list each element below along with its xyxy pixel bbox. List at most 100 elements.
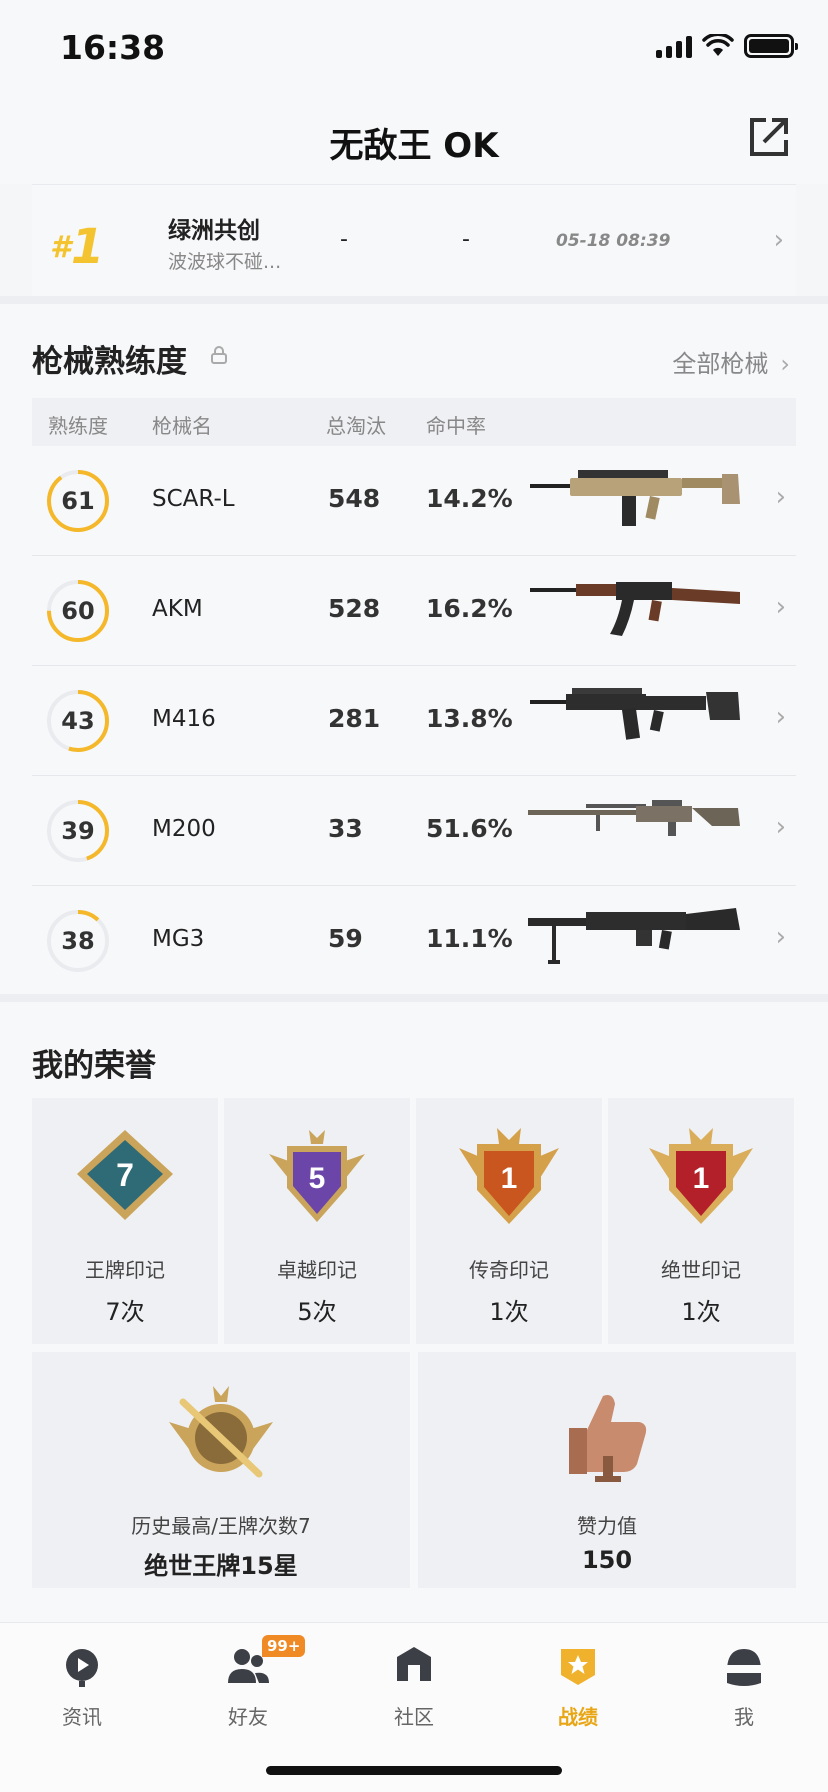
header-kills: 总淘汰 [326,414,386,438]
honor-label: 绝世印记 [661,1258,741,1282]
lock-icon [211,346,227,364]
share-icon[interactable] [746,114,792,160]
chevron-right-icon: › [775,922,786,952]
signal-icon [656,34,692,58]
gun-accuracy: 11.1% [426,924,513,953]
gun-name: AKM [152,596,203,622]
status-icons [656,34,798,58]
chevron-right-icon: › [773,225,784,255]
chevron-right-icon: › [775,812,786,842]
rank-value-2: - [462,227,470,252]
proficiency-level: 61 [61,487,95,515]
gun-accuracy: 14.2% [426,484,513,513]
section-divider [0,994,828,1002]
honor-card-peerless[interactable]: 1 绝世印记 1次 [608,1098,794,1344]
svg-text:1: 1 [501,1162,518,1195]
honor-label: 传奇印记 [469,1258,549,1282]
honor-card-ace[interactable]: 7 王牌印记 7次 [32,1098,218,1344]
notification-badge: 99+ [262,1635,306,1657]
nav-header: 无敌王 OK [0,96,828,184]
gun-row[interactable]: 61 SCAR-L 548 14.2% › [32,446,796,556]
proficiency-level: 39 [61,817,95,845]
m416-rifle-image [530,688,740,740]
gun-name: MG3 [152,926,205,952]
gun-name: M200 [152,816,216,842]
all-guns-link[interactable]: 全部枪械 › [672,344,790,379]
gun-row[interactable]: 43 M416 281 13.8% › [32,666,796,776]
svg-text:1: 1 [693,1162,710,1195]
record-icon [561,1649,595,1685]
proficiency-level: 43 [61,707,95,735]
honor-count: 1次 [489,1298,529,1326]
gun-proficiency-section: 枪械熟练度 全部枪械 › 熟练度 枪械名 总淘汰 命中率 61 SCAR-L 54… [0,304,828,994]
header-gun-name: 枪械名 [152,414,212,438]
status-time: 16:38 [60,28,166,67]
tab-label: 好友 [228,1705,268,1729]
header-accuracy: 命中率 [426,414,486,438]
gun-kills: 59 [328,924,363,953]
gun-row[interactable]: 39 M200 33 51.6% › [32,776,796,886]
rank-badge: #1 [50,219,105,275]
rank-value-1: - [340,227,348,252]
thumbs-up-icon [569,1395,647,1482]
honors-section: 我的荣誉 7 王牌印记 7次 5 卓越印记 5次 1 传奇印记 1次 1 绝世印… [0,1002,828,1622]
status-bar: 16:38 [0,0,828,96]
team-subtitle: 波波球不碰... [168,251,282,273]
tab-friends[interactable]: 99+ 好友 [188,1635,308,1753]
gun-kills: 528 [328,594,381,623]
likes-card[interactable]: 赞力值 150 [418,1352,796,1588]
gun-name: M416 [152,706,216,732]
team-name: 绿洲共创 [168,218,260,244]
svg-text:7: 7 [116,1157,134,1193]
profile-icon [727,1649,761,1686]
proficiency-level: 38 [61,927,95,955]
ace-tier-emblem-icon [169,1386,273,1478]
tab-label: 我 [734,1705,754,1729]
battery-icon [744,34,798,58]
chevron-right-icon: › [775,482,786,512]
scar-l-rifle-image [530,470,740,526]
home-indicator [266,1766,562,1775]
chevron-right-icon: › [775,592,786,622]
section-title-guns: 枪械熟练度 [32,344,187,380]
gun-accuracy: 16.2% [426,594,513,623]
gun-row[interactable]: 60 AKM 528 16.2% › [32,556,796,666]
match-time: 05-18 08:39 [556,231,671,251]
match-rank-row[interactable]: #1 绿洲共创 波波球不碰... - - 05-18 08:39 › [32,184,796,296]
highest-tier-card[interactable]: 历史最高/王牌次数7 绝世王牌15星 [32,1352,410,1588]
tab-label: 社区 [394,1705,434,1729]
honor-card-excellent[interactable]: 5 卓越印记 5次 [224,1098,410,1344]
gun-kills: 548 [328,484,381,513]
likes-label: 赞力值 [577,1514,637,1538]
section-title-honors: 我的荣誉 [32,1048,156,1084]
tab-news[interactable]: 资讯 [22,1643,142,1753]
honor-label: 卓越印记 [277,1258,357,1282]
tab-profile[interactable]: 我 [684,1643,804,1753]
ace-medal-icon: 7 [77,1130,173,1220]
news-icon [66,1649,98,1687]
page-title: 无敌王 OK [329,126,499,166]
honor-count: 1次 [681,1298,721,1326]
akm-rifle-image [530,582,740,636]
tab-record[interactable]: 战绩 [518,1643,638,1753]
proficiency-level: 60 [61,597,95,625]
tab-community[interactable]: 社区 [354,1643,474,1753]
gun-kills: 33 [328,814,363,843]
legend-medal-icon: 1 [459,1128,559,1224]
gun-row[interactable]: 38 MG3 59 11.1% › [32,886,796,996]
gun-name: SCAR-L [152,486,235,512]
wifi-icon [702,34,734,56]
section-divider [0,296,828,304]
gun-accuracy: 13.8% [426,704,513,733]
peerless-medal-icon: 1 [649,1128,753,1224]
highest-tier-value: 绝世王牌15星 [144,1552,298,1580]
excellent-medal-icon: 5 [269,1130,365,1222]
tab-label: 战绩 [558,1705,598,1729]
community-icon [397,1647,431,1681]
gun-kills: 281 [328,704,381,733]
honor-count: 5次 [297,1298,337,1326]
gun-table-header: 熟练度 枪械名 总淘汰 命中率 [32,398,796,446]
m200-sniper-image [528,800,740,836]
honor-label: 王牌印记 [85,1258,165,1282]
honor-card-legend[interactable]: 1 传奇印记 1次 [416,1098,602,1344]
